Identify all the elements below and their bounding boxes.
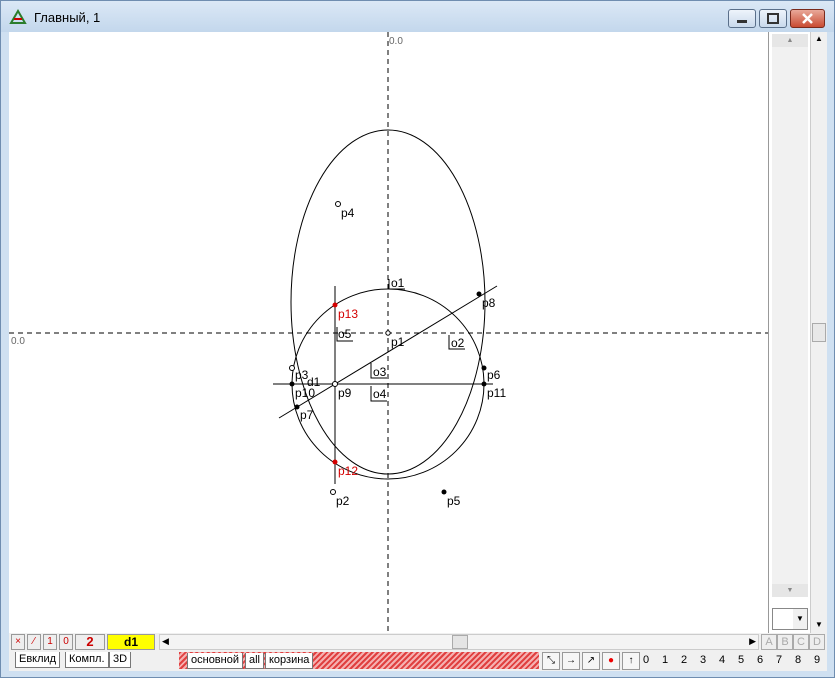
layer-combo[interactable]: ▼	[772, 608, 808, 630]
letter-c-button[interactable]: C	[793, 634, 809, 650]
segment-tool-icon[interactable]: ⤡	[542, 652, 560, 670]
chevron-down-icon[interactable]: ▼	[793, 609, 807, 629]
digit-8[interactable]: 8	[792, 654, 804, 666]
close-button[interactable]	[790, 9, 825, 28]
point-p11[interactable]: p11	[481, 381, 507, 401]
tab-all[interactable]: all	[245, 653, 265, 669]
point-p2[interactable]: p2	[330, 489, 350, 509]
svg-text:p12: p12	[338, 464, 358, 478]
tab-euclid[interactable]: Евклид	[15, 652, 61, 668]
active-layer-field[interactable]: d1	[107, 634, 155, 650]
point-p13[interactable]: p13	[332, 302, 359, 322]
tab-trash[interactable]: корзина	[265, 653, 314, 669]
digit-1[interactable]: 1	[659, 654, 671, 666]
svg-text:p7: p7	[300, 408, 314, 422]
vertical-scrollbar[interactable]: ▲ ▼	[810, 32, 827, 633]
horizontal-scrollbar[interactable]: ◀ ▶	[159, 634, 759, 650]
count-display: 2	[75, 634, 105, 650]
tab-bar: Евклид Компл. 3D основной all корзина ⤡ …	[9, 651, 827, 671]
digit-6[interactable]: 6	[754, 654, 766, 666]
vertical-scroll-thumb[interactable]	[812, 323, 826, 342]
point-p1[interactable]: p1	[385, 330, 405, 349]
scroll-up-icon[interactable]: ▲	[811, 34, 827, 43]
minimize-button[interactable]	[728, 9, 756, 28]
digit-0[interactable]: 0	[640, 654, 652, 666]
digit-3[interactable]: 3	[697, 654, 709, 666]
marker-o3-label: o3	[373, 365, 387, 379]
svg-text:p3: p3	[295, 368, 309, 382]
marker-o2-label: o2	[451, 336, 465, 350]
svg-text:p6: p6	[487, 368, 501, 382]
digit-5[interactable]: 5	[735, 654, 747, 666]
point-p5[interactable]: p5	[441, 489, 461, 509]
red-point-tool-icon[interactable]: ●	[602, 652, 620, 670]
svg-text:p4: p4	[341, 206, 355, 220]
scroll-down-icon[interactable]: ▼	[811, 620, 827, 629]
letter-b-button[interactable]: B	[777, 634, 793, 650]
scroll-left-icon[interactable]: ◀	[162, 636, 169, 647]
panel-down-arrow-icon[interactable]: ▼	[772, 584, 808, 597]
axis-top-label: 0.0	[389, 36, 403, 47]
title-bar: Главный, 1	[1, 1, 834, 32]
digit-2[interactable]: 2	[678, 654, 690, 666]
svg-text:p13: p13	[338, 307, 358, 321]
svg-text:p5: p5	[447, 494, 461, 508]
tab-3d[interactable]: 3D	[109, 652, 132, 668]
maximize-button[interactable]	[759, 9, 787, 28]
app-icon	[9, 9, 27, 24]
delete-button[interactable]: ×	[11, 634, 25, 650]
marker-o4-label: o4	[373, 387, 387, 401]
letter-d-button[interactable]: D	[809, 634, 825, 650]
one-button[interactable]: 1	[43, 634, 57, 650]
scroll-right-icon[interactable]: ▶	[749, 636, 756, 647]
layer-tab-strip: основной all корзина	[179, 652, 539, 669]
svg-text:p9: p9	[338, 386, 352, 400]
horizontal-scroll-thumb[interactable]	[452, 635, 468, 649]
right-panel: ▲ ▼ ▼	[768, 32, 810, 633]
bottom-toolbar: × ⁄ 1 0 2 d1 ◀ ▶ A B C D	[9, 633, 827, 651]
digit-4[interactable]: 4	[716, 654, 728, 666]
point-p4[interactable]: p4	[335, 201, 355, 221]
line-tool-button[interactable]: ⁄	[27, 634, 41, 650]
window-title: Главный, 1	[34, 10, 101, 25]
panel-up-arrow-icon[interactable]: ▲	[772, 34, 808, 47]
axis-left-label: 0.0	[11, 336, 25, 347]
point-p8[interactable]: p8	[476, 291, 496, 311]
right-panel-track[interactable]: ▲ ▼	[772, 34, 808, 597]
arrow-right-tool-icon[interactable]: →	[562, 652, 580, 670]
diagonal-arrow-tool-icon[interactable]: ↗	[582, 652, 600, 670]
drawing-canvas[interactable]: 0.0 0.0 o1 o2 o3 o4 o5 d1 p1 p2 p3 p4 p5…	[9, 32, 768, 633]
point-p12[interactable]: p12	[332, 459, 359, 479]
svg-text:p8: p8	[482, 296, 496, 310]
point-p7[interactable]: p7	[294, 404, 314, 423]
geometry-drawing[interactable]: 0.0 0.0 o1 o2 o3 o4 o5 d1 p1 p2 p3 p4 p5…	[9, 32, 768, 633]
svg-text:p2: p2	[336, 494, 350, 508]
main-window: Главный, 1 0.0 0.0 o1 o2 o3 o4 o5 d1 p1 …	[0, 0, 835, 678]
tab-main[interactable]: основной	[187, 653, 243, 669]
zero-button[interactable]: 0	[59, 634, 73, 650]
svg-text:p1: p1	[391, 335, 405, 349]
marker-o5-label: o5	[338, 327, 352, 341]
digit-9[interactable]: 9	[811, 654, 823, 666]
letter-a-button[interactable]: A	[761, 634, 777, 650]
marker-o1-label: o1	[391, 276, 405, 290]
svg-text:p10: p10	[295, 386, 315, 400]
svg-text:p11: p11	[487, 386, 506, 400]
arrow-up-tool-icon[interactable]: ↑	[622, 652, 640, 670]
digit-7[interactable]: 7	[773, 654, 785, 666]
tab-complex[interactable]: Компл.	[65, 652, 109, 668]
